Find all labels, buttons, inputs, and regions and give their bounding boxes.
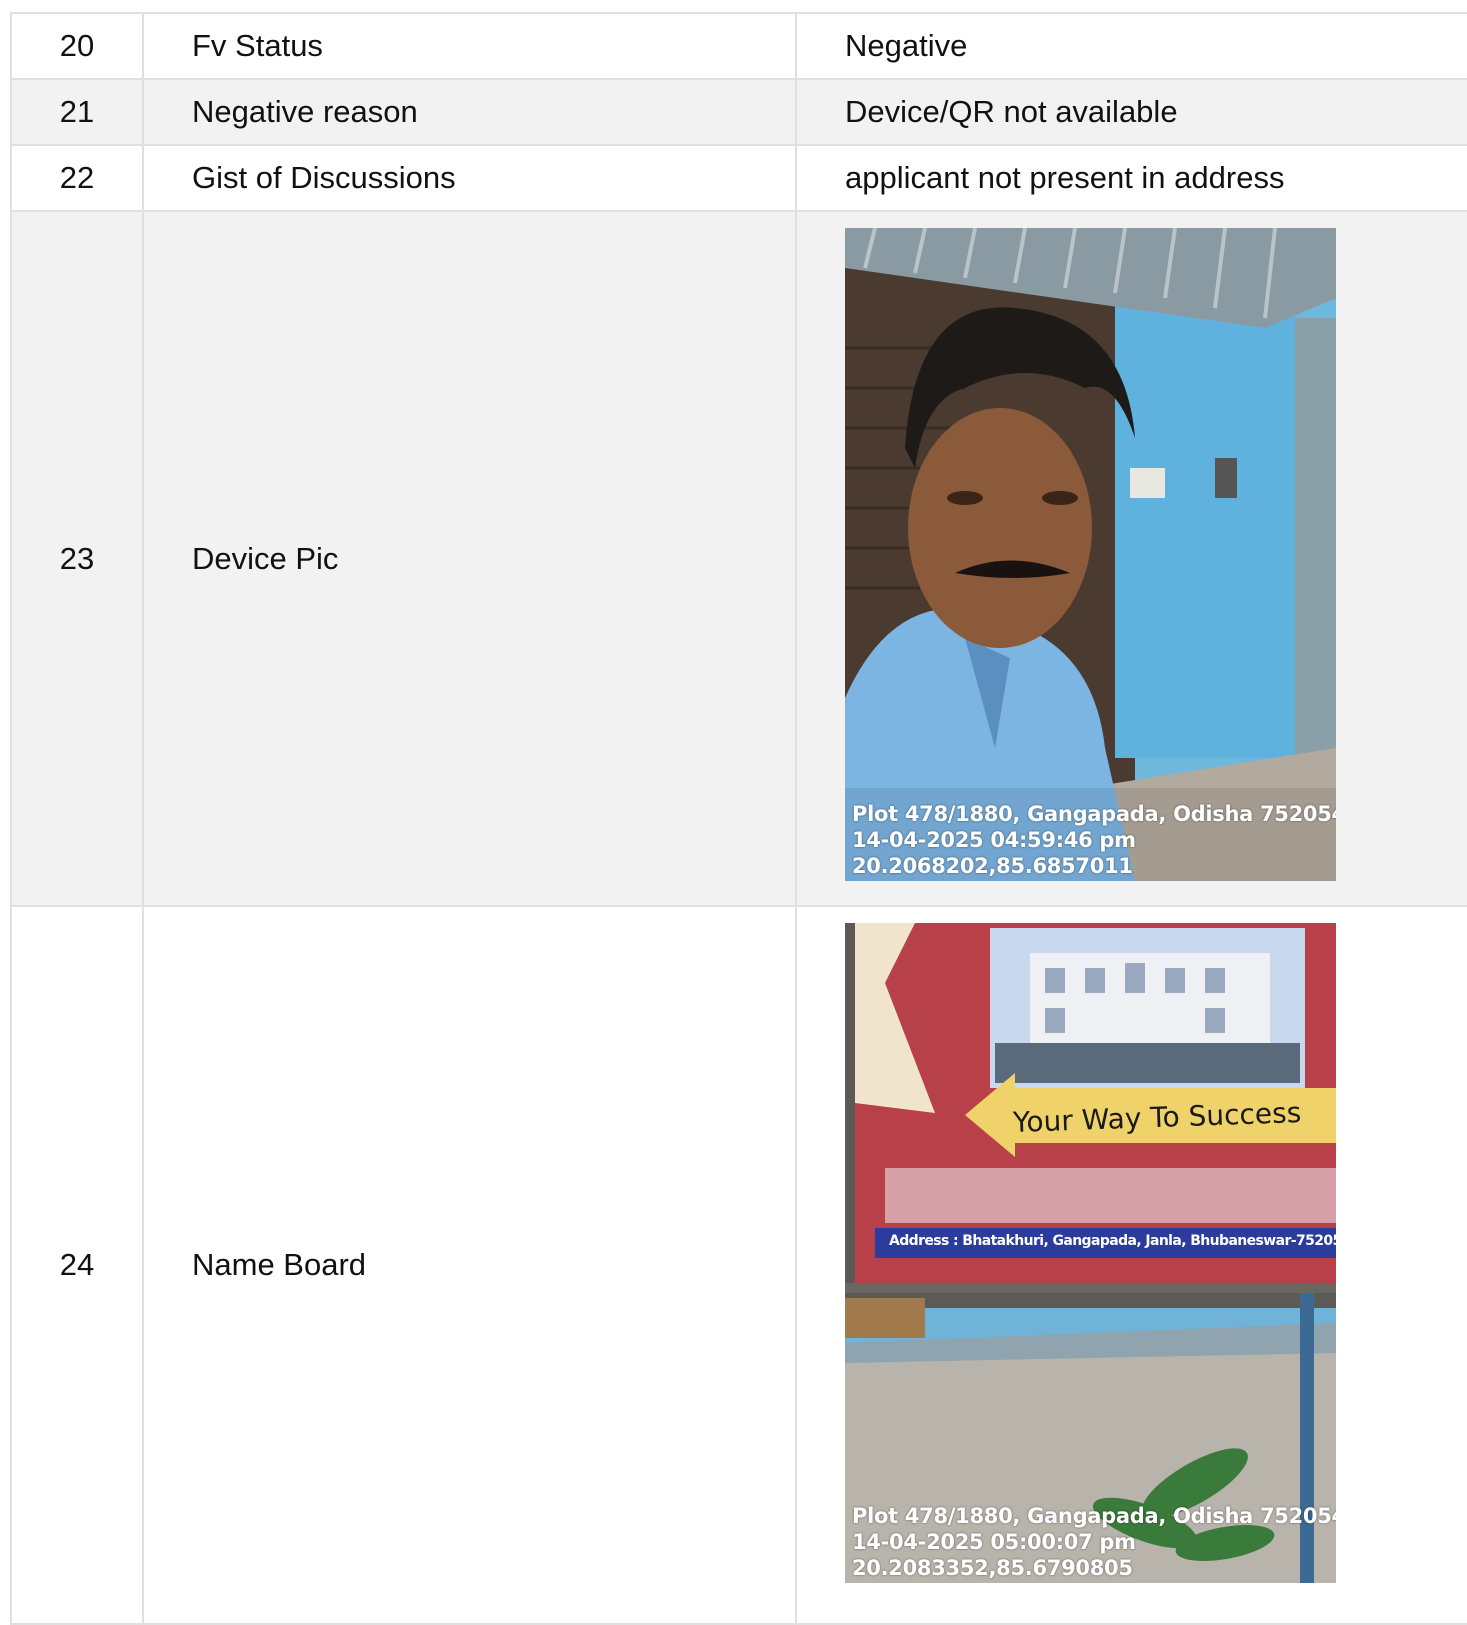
row-number: 20 (10, 12, 144, 80)
photo-geotag-stamp: Plot 478/1880, Gangapada, Odisha 752054,… (852, 801, 1336, 879)
device-photo[interactable]: Plot 478/1880, Gangapada, Odisha 752054,… (845, 228, 1336, 881)
row-label: Name Board (142, 905, 797, 1625)
row-value: Device/QR not available (795, 78, 1467, 146)
stamp-datetime: 14-04-2025 05:00:07 pm (852, 1530, 1136, 1554)
row-number: 21 (10, 78, 144, 146)
photo-geotag-stamp: Plot 478/1880, Gangapada, Odisha 752054,… (852, 1503, 1336, 1581)
table-row: 23 Device Pic Plot 478/1880, Gangapada, … (10, 210, 1467, 907)
table-row: 20 Fv Status Negative (10, 12, 1467, 80)
table-row: 24 Name Board Your Way To Success Addres… (10, 905, 1467, 1625)
verification-table: 20 Fv Status Negative 21 Negative reason… (10, 12, 1467, 1625)
name-board-photo[interactable]: Your Way To Success Address : Bhatakhuri… (845, 923, 1336, 1583)
row-number: 24 (10, 905, 144, 1625)
row-number: 22 (10, 144, 144, 212)
row-value: applicant not present in address (795, 144, 1467, 212)
row-label: Device Pic (142, 210, 797, 907)
row-label: Fv Status (142, 12, 797, 80)
stamp-address: Plot 478/1880, Gangapada, Odisha 752054,… (852, 802, 1336, 826)
stamp-datetime: 14-04-2025 04:59:46 pm (852, 828, 1136, 852)
row-label: Gist of Discussions (142, 144, 797, 212)
name-board-image (845, 923, 1336, 1583)
row-value: Your Way To Success Address : Bhatakhuri… (795, 905, 1467, 1625)
table-row: 22 Gist of Discussions applicant not pre… (10, 144, 1467, 212)
selfie-image (845, 228, 1336, 881)
stamp-address: Plot 478/1880, Gangapada, Odisha 752054,… (852, 1504, 1336, 1528)
stamp-coordinates: 20.2083352,85.6790805 (852, 1556, 1133, 1580)
stamp-coordinates: 20.2068202,85.6857011 (852, 854, 1133, 878)
table-row: 21 Negative reason Device/QR not availab… (10, 78, 1467, 146)
row-number: 23 (10, 210, 144, 907)
row-label: Negative reason (142, 78, 797, 146)
row-value: Negative (795, 12, 1467, 80)
board-address: Address : Bhatakhuri, Gangapada, Janla, … (889, 1233, 1336, 1249)
row-value: Plot 478/1880, Gangapada, Odisha 752054,… (795, 210, 1467, 907)
details-table: 20 Fv Status Negative 21 Negative reason… (10, 12, 1467, 1625)
